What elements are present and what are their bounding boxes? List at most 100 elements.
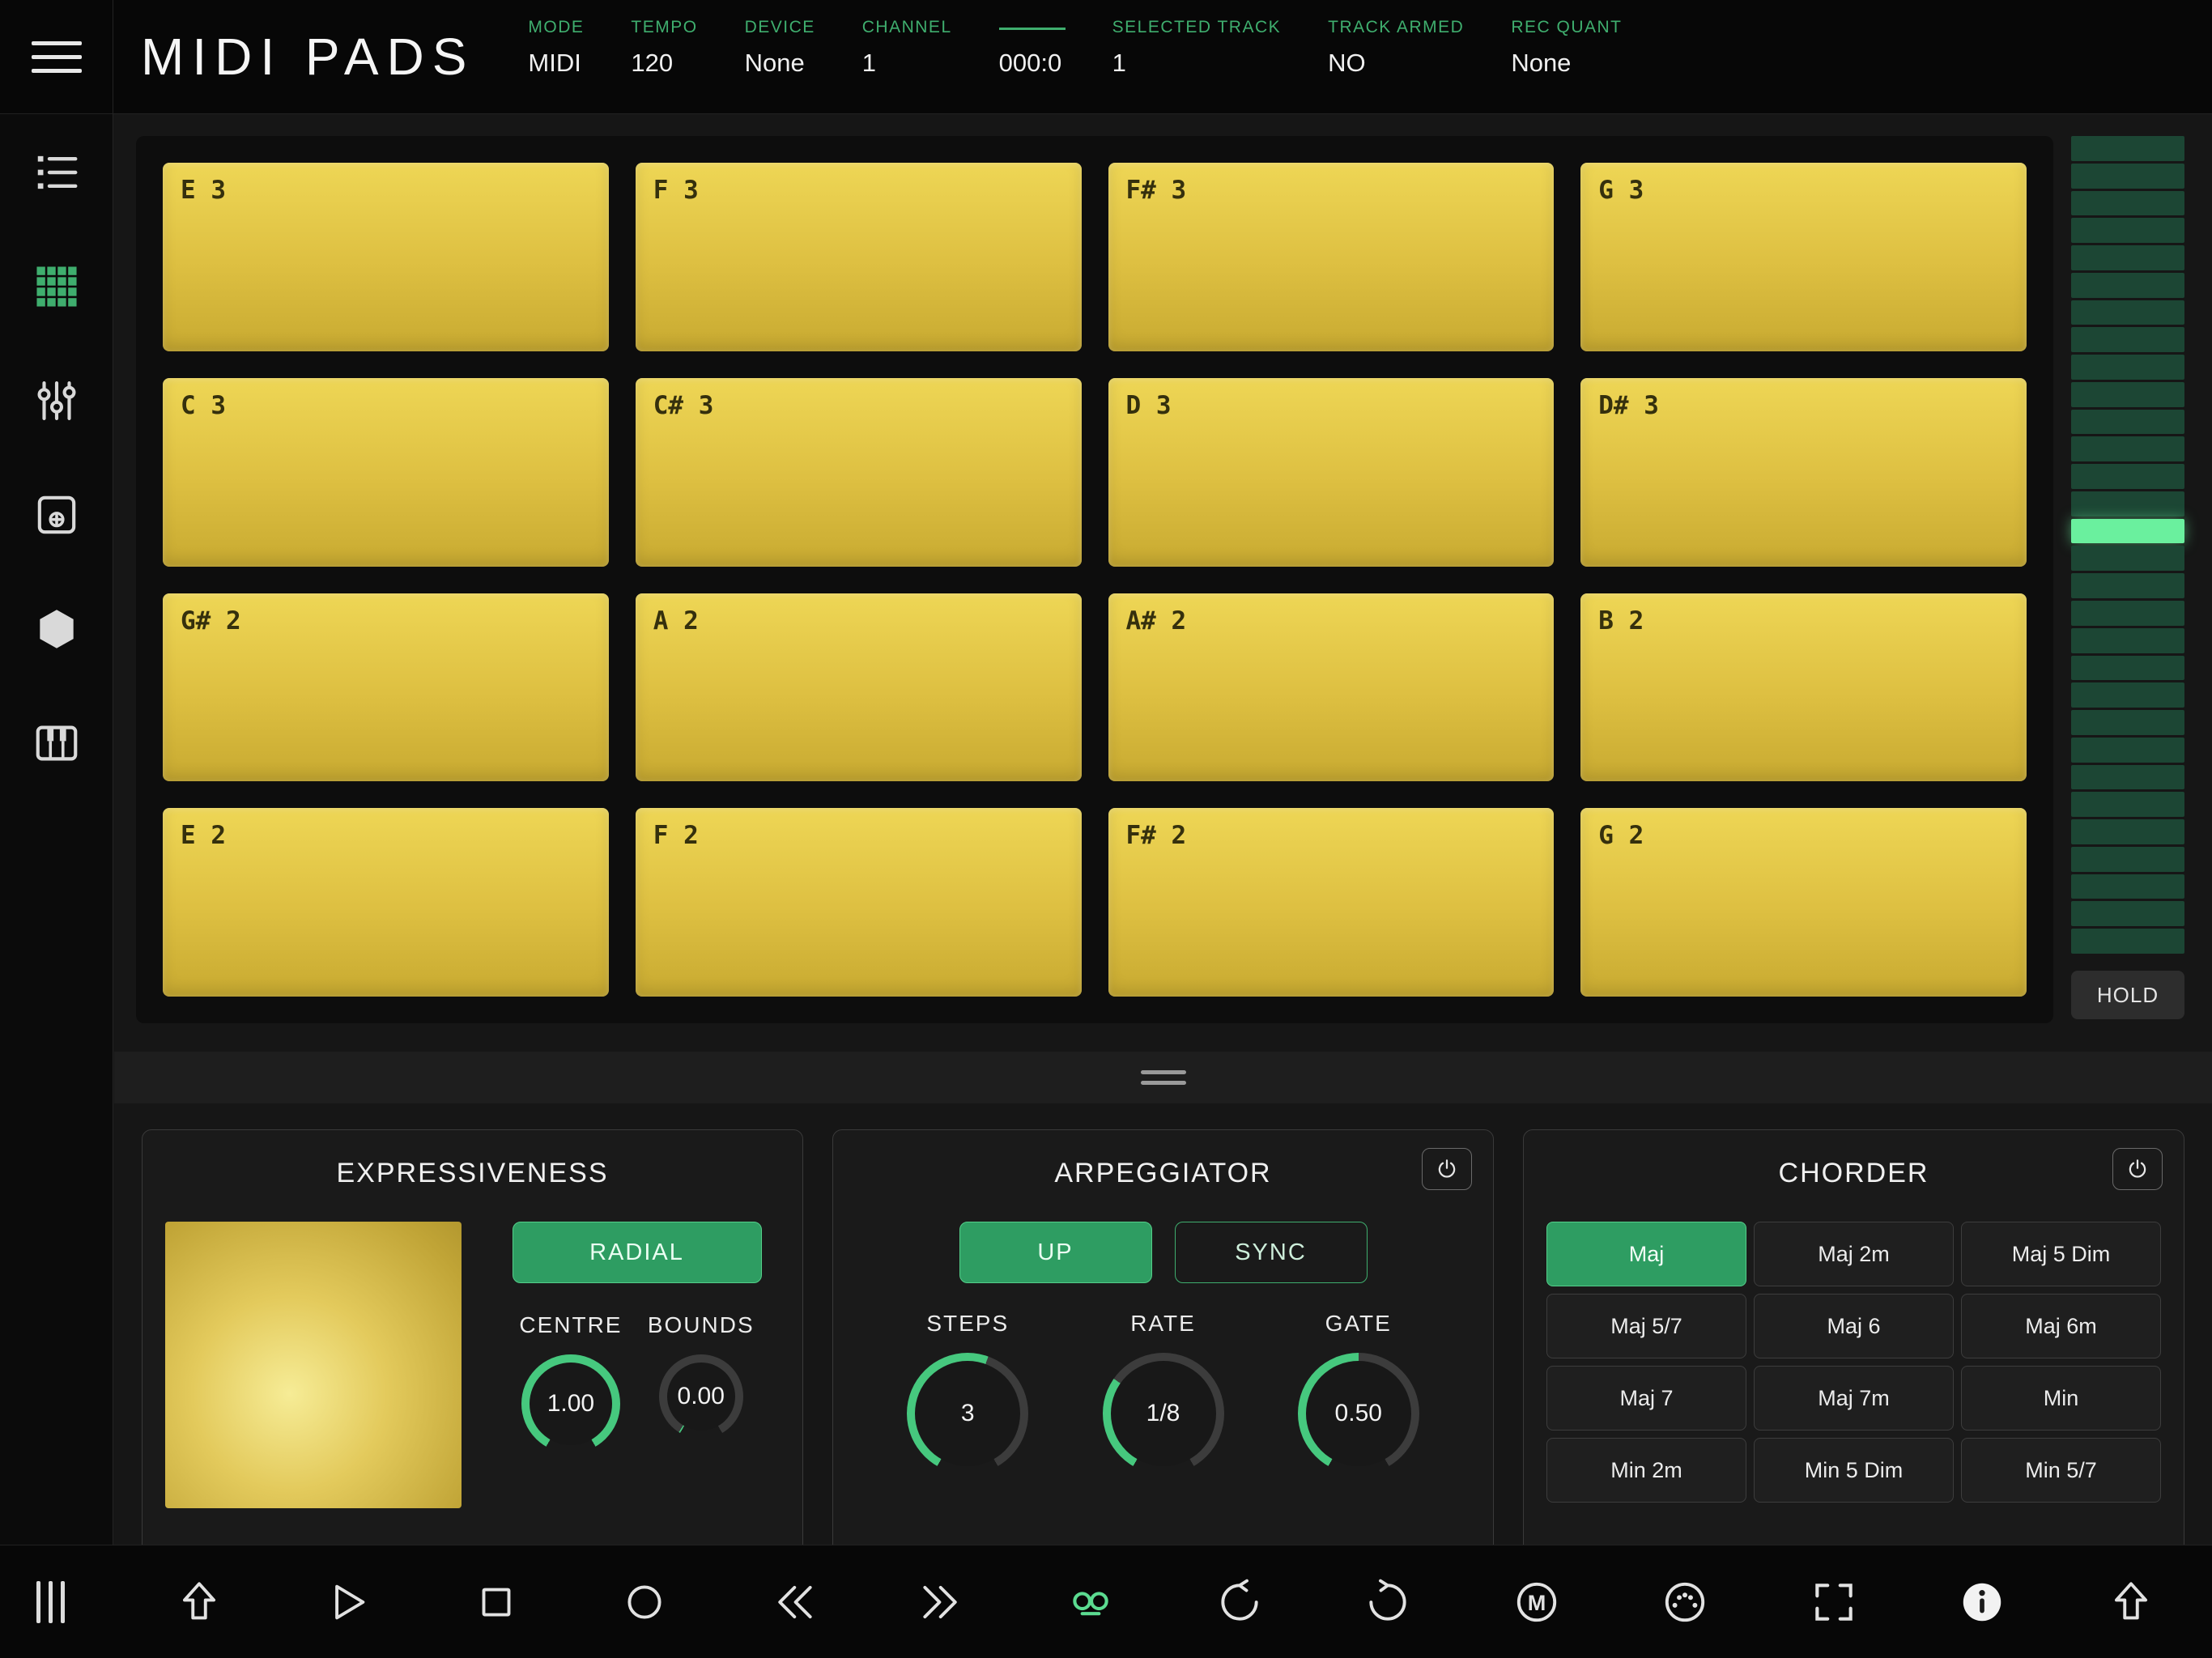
sidebar-item-keyboard[interactable] — [18, 704, 96, 782]
pad-a2[interactable]: A 2 — [635, 593, 1082, 782]
expressiveness-title: EXPRESSIVENESS — [336, 1158, 609, 1188]
pad-e2[interactable]: E 2 — [163, 808, 609, 997]
stop-icon — [471, 1577, 521, 1627]
pad-e3[interactable]: E 3 — [163, 163, 609, 351]
rate-knob[interactable]: 1/8 — [1102, 1353, 1224, 1474]
centre-knob[interactable]: 1.00 — [521, 1354, 620, 1453]
meter-segment — [2071, 819, 2184, 844]
xy-expression-pad[interactable] — [165, 1222, 462, 1508]
velocity-meter[interactable] — [2071, 136, 2184, 954]
status-field-track-armed[interactable]: TRACK ARMED NO — [1328, 18, 1464, 113]
status-label: TRACK ARMED — [1328, 18, 1465, 36]
metronome-button[interactable]: M — [1508, 1573, 1566, 1631]
chorder-title: CHORDER — [1778, 1158, 1929, 1188]
pad-note-label: F# 3 — [1125, 176, 1187, 205]
chorder-power-button[interactable] — [2112, 1148, 2163, 1190]
pad-note-label: F 3 — [653, 176, 699, 205]
meter-segment — [2071, 682, 2184, 708]
pad-a2[interactable]: A# 2 — [1108, 593, 1555, 782]
import-arrow-button[interactable] — [170, 1573, 228, 1631]
chord-maj-7m[interactable]: Maj 7m — [1754, 1366, 1954, 1431]
chord-maj-7[interactable]: Maj 7 — [1546, 1366, 1746, 1431]
meter-segment — [2071, 355, 2184, 380]
chord-maj-6[interactable]: Maj 6 — [1754, 1294, 1954, 1358]
pad-g3[interactable]: G 3 — [1580, 163, 2027, 351]
main-area: E 3 F 3 F# 3 G 3 C 3 C# 3 D 3 D# 3 G# 2 A 2 A# 2 B … — [114, 114, 2212, 1545]
record-button[interactable] — [615, 1573, 674, 1631]
undo-button[interactable] — [1210, 1573, 1269, 1631]
info-button[interactable] — [1953, 1573, 2011, 1631]
status-field-transport-position[interactable]: 000:0 — [998, 18, 1066, 113]
fullscreen-button[interactable] — [1805, 1573, 1863, 1631]
meter-segment — [2071, 601, 2184, 626]
status-label: TEMPO — [631, 18, 698, 36]
status-field-selected-track[interactable]: SELECTED TRACK 1 — [1112, 18, 1282, 113]
pad-d3[interactable]: D 3 — [1108, 377, 1555, 567]
pad-f2[interactable]: F 2 — [635, 808, 1082, 997]
pad-d3[interactable]: D# 3 — [1580, 377, 2027, 567]
play-button[interactable] — [318, 1573, 376, 1631]
panel-resize-handle[interactable] — [1140, 1070, 1186, 1085]
meter-segment — [2071, 245, 2184, 270]
stop-button[interactable] — [467, 1573, 525, 1631]
chord-maj-5-dim[interactable]: Maj 5 Dim — [1961, 1222, 2161, 1286]
status-field-rec-quant[interactable]: REC QUANT None — [1511, 18, 1622, 113]
sidebar-item-pads-grid[interactable] — [18, 248, 96, 325]
pad-f2[interactable]: F# 2 — [1108, 808, 1555, 997]
status-value: None — [744, 49, 805, 77]
sidebar-item-modules[interactable] — [18, 476, 96, 554]
chord-min-2m[interactable]: Min 2m — [1546, 1438, 1746, 1503]
gate-knob-label: GATE — [1325, 1311, 1392, 1336]
chord-min-5-dim[interactable]: Min 5 Dim — [1754, 1438, 1954, 1503]
sidebar-drag-handle[interactable] — [21, 1580, 79, 1623]
info-icon — [1957, 1577, 2007, 1627]
meter-segment — [2071, 136, 2184, 161]
meter-segment — [2071, 901, 2184, 927]
chord-maj-2m[interactable]: Maj 2m — [1754, 1222, 1954, 1286]
pad-note-label: G 2 — [1598, 821, 1644, 851]
loop-record-button[interactable] — [1061, 1573, 1120, 1631]
arpeggiator-power-button[interactable] — [1422, 1148, 1472, 1190]
redo-button[interactable] — [1359, 1573, 1417, 1631]
rewind-button[interactable] — [764, 1573, 823, 1631]
bounds-knob[interactable]: 0.00 — [658, 1354, 743, 1439]
sidebar-item-list[interactable] — [18, 134, 96, 211]
pad-g2[interactable]: G 2 — [1580, 808, 2027, 997]
pad-f3[interactable]: F 3 — [635, 163, 1082, 351]
power-icon — [2125, 1157, 2150, 1181]
pad-c3[interactable]: C 3 — [163, 377, 609, 567]
rate-knob-value: 1/8 — [1146, 1400, 1180, 1426]
pad-f3[interactable]: F# 3 — [1108, 163, 1555, 351]
steps-knob[interactable]: 3 — [907, 1353, 1029, 1474]
status-field-mode[interactable]: MODE MIDI — [528, 18, 584, 113]
status-field-channel[interactable]: CHANNEL 1 — [862, 18, 952, 113]
sidebar — [0, 114, 113, 1545]
midi-connector-button[interactable] — [1656, 1573, 1714, 1631]
bounds-knob-label: BOUNDS — [647, 1312, 755, 1337]
fast-forward-button[interactable] — [912, 1573, 971, 1631]
chord-min-5-7[interactable]: Min 5/7 — [1961, 1438, 2161, 1503]
arp-direction-button[interactable]: UP — [959, 1222, 1152, 1283]
hamburger-menu-button[interactable] — [0, 0, 113, 113]
arp-sync-button[interactable]: SYNC — [1174, 1222, 1368, 1283]
chord-min[interactable]: Min — [1961, 1366, 2161, 1431]
pad-b2[interactable]: B 2 — [1580, 593, 2027, 782]
meter-segment — [2071, 764, 2184, 790]
pad-g2[interactable]: G# 2 — [163, 593, 609, 782]
sidebar-item-mixer[interactable] — [18, 362, 96, 440]
radial-mode-button[interactable]: RADIAL — [512, 1222, 762, 1283]
status-field-tempo[interactable]: TEMPO 120 — [631, 18, 697, 113]
chord-maj[interactable]: Maj — [1546, 1222, 1746, 1286]
status-field-device[interactable]: DEVICE None — [745, 18, 815, 113]
list-icon — [32, 147, 82, 198]
gate-knob[interactable]: 0.50 — [1297, 1353, 1419, 1474]
chord-maj-5-7[interactable]: Maj 5/7 — [1546, 1294, 1746, 1358]
pad-note-label: E 2 — [181, 821, 226, 851]
power-icon — [1435, 1157, 1459, 1181]
midi-connector-icon — [1660, 1577, 1710, 1627]
sidebar-item-hexagon[interactable] — [18, 590, 96, 668]
chord-maj-6m[interactable]: Maj 6m — [1961, 1294, 2161, 1358]
hold-button[interactable]: HOLD — [2071, 971, 2184, 1019]
pad-c3[interactable]: C# 3 — [635, 377, 1082, 567]
share-arrow-button[interactable] — [2102, 1573, 2160, 1631]
